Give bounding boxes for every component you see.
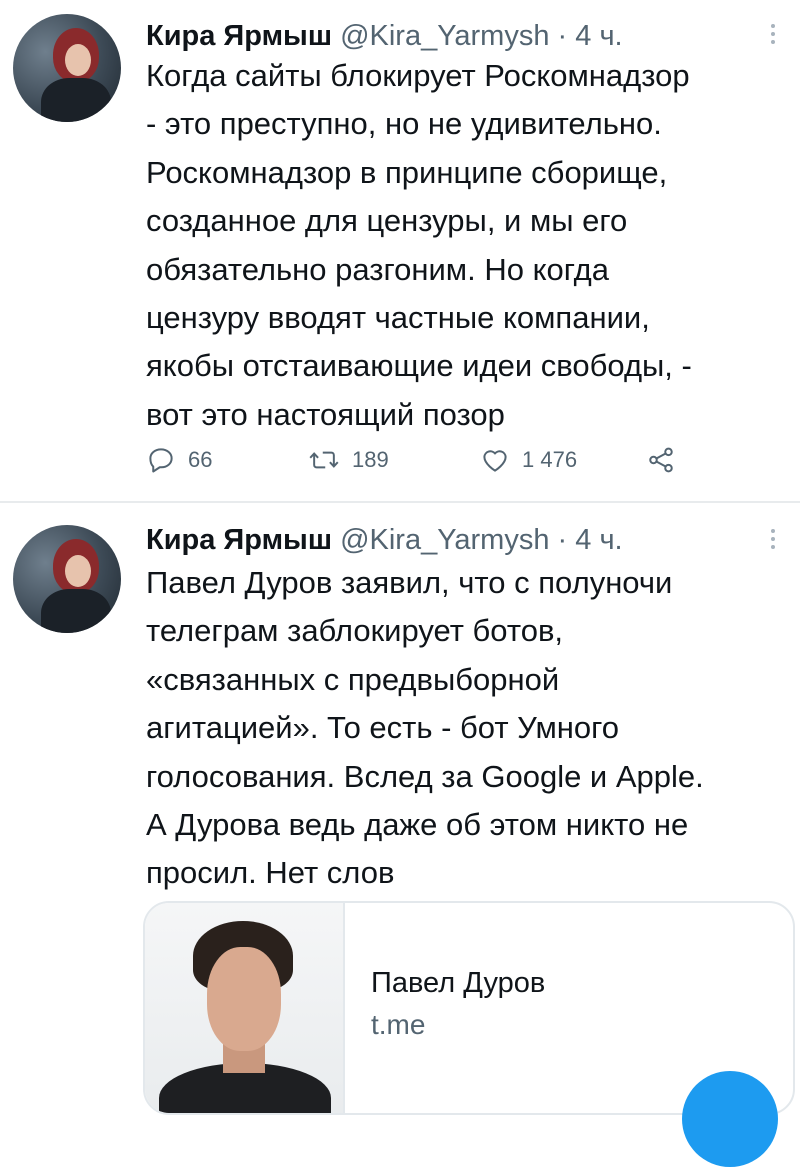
tweet-text: Когда сайты блокирует Роскомнадзор - это… bbox=[146, 58, 692, 432]
compose-button[interactable] bbox=[682, 1071, 778, 1167]
more-icon[interactable] bbox=[768, 20, 778, 50]
tweet-header: Кира Ярмыш @Kira_Yarmysh · 4 ч. bbox=[146, 17, 623, 55]
tweet-text: Павел Дуров заявил, что с полуночи телег… bbox=[146, 565, 704, 891]
retweet-count: 189 bbox=[352, 447, 389, 472]
card-title: Павел Дуров bbox=[371, 967, 546, 999]
more-icon[interactable] bbox=[768, 525, 778, 555]
avatar[interactable] bbox=[13, 14, 121, 122]
card-domain: t.me bbox=[371, 1009, 426, 1040]
tweet-header: Кира Ярмыш @Kira_Yarmysh · 4 ч. bbox=[146, 521, 623, 559]
like-count: 1 476 bbox=[522, 447, 578, 472]
retweet-icon bbox=[309, 451, 339, 469]
tweet-time[interactable]: 4 ч. bbox=[575, 524, 622, 556]
like-button[interactable]: 1 476 bbox=[480, 440, 577, 480]
tweet[interactable]: Кира Ярмыш @Kira_Yarmysh · 4 ч. Когда са… bbox=[0, 0, 800, 502]
reply-button[interactable]: 66 bbox=[146, 440, 212, 480]
author-name[interactable]: Кира Ярмыш bbox=[146, 524, 332, 556]
share-icon bbox=[649, 447, 673, 473]
like-icon bbox=[483, 450, 507, 472]
separator: · bbox=[557, 20, 568, 52]
separator: · bbox=[557, 524, 568, 556]
card-image bbox=[145, 903, 345, 1113]
tweet-time[interactable]: 4 ч. bbox=[575, 20, 622, 52]
avatar[interactable] bbox=[13, 525, 121, 633]
tweet-actions: 66 189 1 476 bbox=[146, 440, 706, 480]
author-handle[interactable]: @Kira_Yarmysh bbox=[340, 20, 549, 52]
author-handle[interactable]: @Kira_Yarmysh bbox=[340, 524, 549, 556]
author-name[interactable]: Кира Ярмыш bbox=[146, 20, 332, 52]
retweet-button[interactable]: 189 bbox=[308, 440, 389, 480]
reply-count: 66 bbox=[188, 447, 213, 472]
tweet[interactable]: Кира Ярмыш @Kira_Yarmysh · 4 ч. Павел Ду… bbox=[0, 503, 800, 1115]
reply-icon bbox=[149, 448, 173, 473]
share-button[interactable] bbox=[646, 440, 676, 480]
